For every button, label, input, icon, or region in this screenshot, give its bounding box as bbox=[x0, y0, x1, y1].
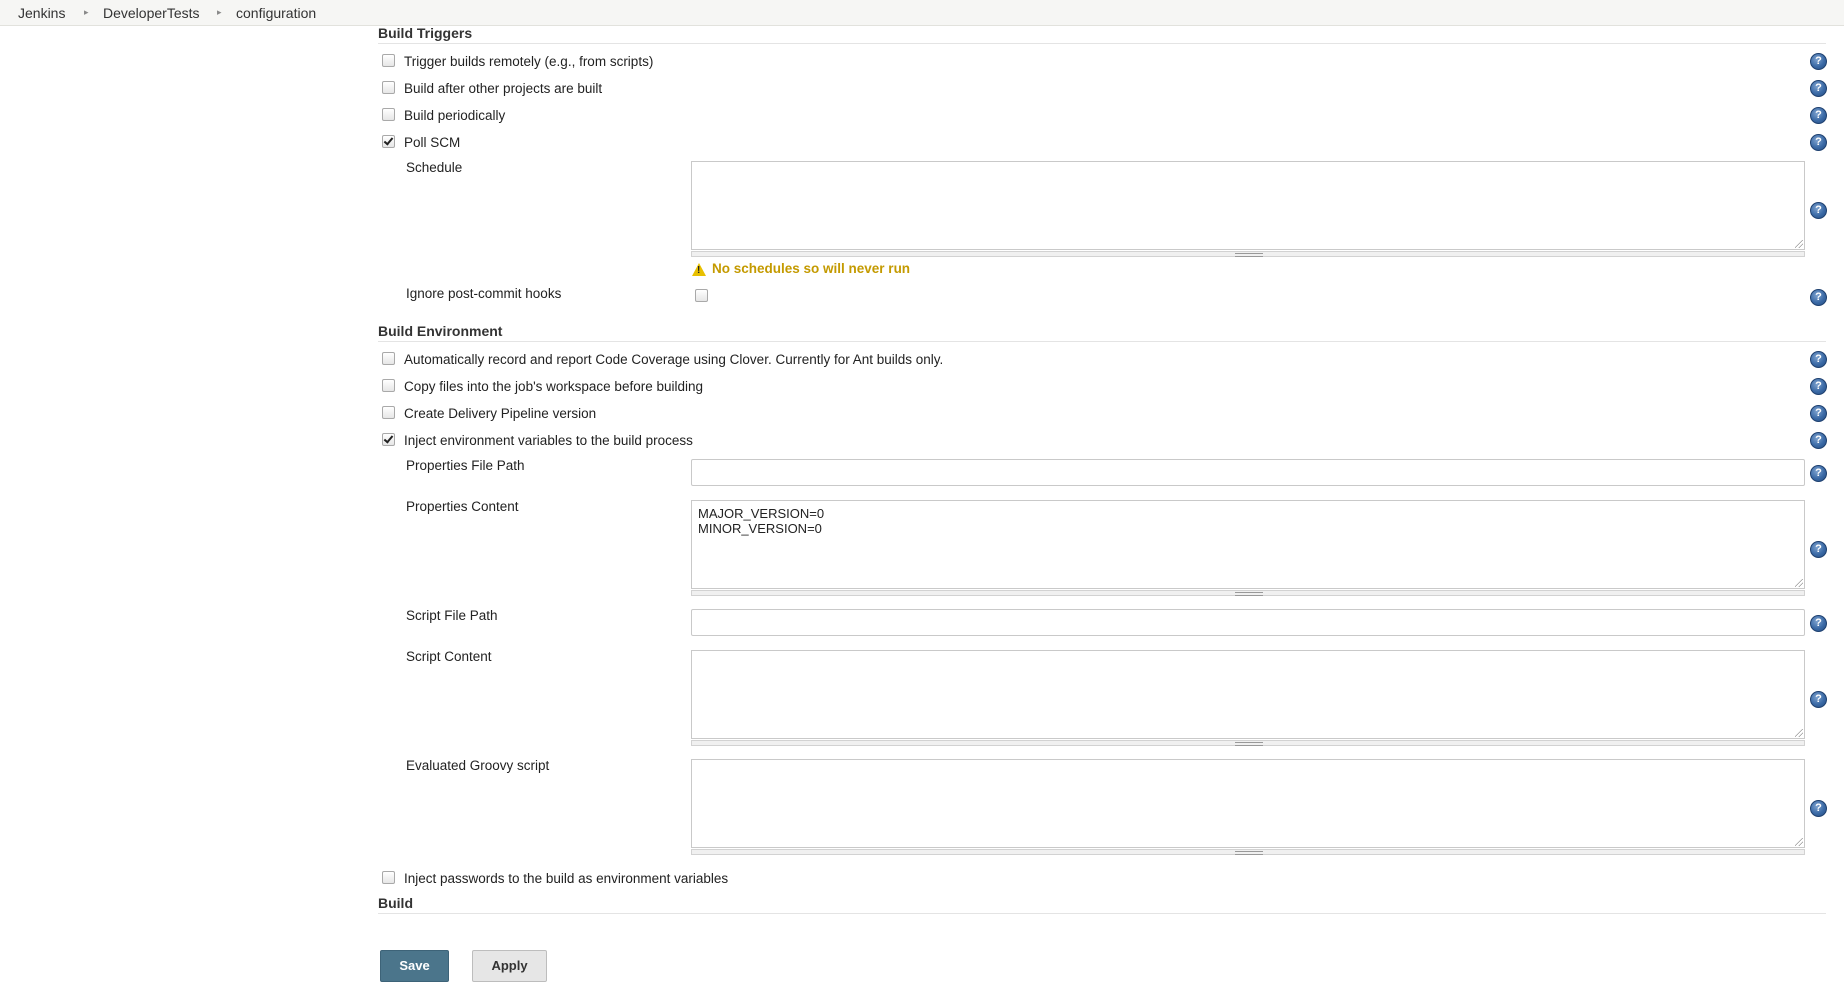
apply-button[interactable]: Apply bbox=[472, 950, 547, 982]
checkbox-build-periodically[interactable] bbox=[382, 108, 395, 121]
checkbox-poll-scm[interactable] bbox=[382, 135, 395, 148]
properties-file-path-input[interactable] bbox=[691, 459, 1805, 486]
help-icon[interactable]: ? bbox=[1810, 405, 1827, 422]
checkbox-clover-coverage[interactable] bbox=[382, 352, 395, 365]
properties-content-textarea[interactable]: MAJOR_VERSION=0 MINOR_VERSION=0 bbox=[691, 500, 1805, 589]
help-icon[interactable]: ? bbox=[1810, 53, 1827, 70]
label-properties-file-path: Properties File Path bbox=[406, 458, 525, 473]
label-trigger-remotely: Trigger builds remotely (e.g., from scri… bbox=[404, 54, 654, 69]
checkbox-build-after-other-projects[interactable] bbox=[382, 81, 395, 94]
checkbox-inject-env-vars[interactable] bbox=[382, 433, 395, 446]
help-icon[interactable]: ? bbox=[1810, 202, 1827, 219]
schedule-resize-handle[interactable] bbox=[691, 251, 1805, 257]
help-icon[interactable]: ? bbox=[1810, 800, 1827, 817]
breadcrumb-separator-icon: ▸ bbox=[84, 7, 89, 17]
checkbox-trigger-remotely[interactable] bbox=[382, 54, 395, 67]
label-clover-coverage: Automatically record and report Code Cov… bbox=[404, 352, 944, 367]
script-content-resize-handle[interactable] bbox=[691, 740, 1805, 746]
help-icon[interactable]: ? bbox=[1810, 432, 1827, 449]
checkbox-delivery-pipeline-version[interactable] bbox=[382, 406, 395, 419]
resize-grip-icon[interactable] bbox=[1795, 579, 1803, 587]
help-icon[interactable]: ? bbox=[1810, 107, 1827, 124]
label-copy-files-workspace: Copy files into the job's workspace befo… bbox=[404, 379, 703, 394]
label-inject-passwords: Inject passwords to the build as environ… bbox=[404, 871, 729, 886]
help-icon[interactable]: ? bbox=[1810, 134, 1827, 151]
checkbox-inject-passwords[interactable] bbox=[382, 871, 395, 884]
breadcrumb-separator-icon: ▸ bbox=[217, 7, 222, 17]
groovy-script-resize-handle[interactable] bbox=[691, 849, 1805, 855]
schedule-textarea[interactable] bbox=[691, 161, 1805, 250]
help-icon[interactable]: ? bbox=[1810, 541, 1827, 558]
resize-grip-icon[interactable] bbox=[1795, 240, 1803, 248]
section-title-build-environment: Build Environment bbox=[378, 323, 503, 339]
breadcrumb-jenkins[interactable]: Jenkins bbox=[18, 5, 65, 21]
help-icon[interactable]: ? bbox=[1810, 289, 1827, 306]
label-poll-scm: Poll SCM bbox=[404, 135, 461, 150]
label-delivery-pipeline-version: Create Delivery Pipeline version bbox=[404, 406, 597, 421]
section-title-build-triggers: Build Triggers bbox=[378, 25, 473, 41]
label-evaluated-groovy-script: Evaluated Groovy script bbox=[406, 758, 550, 773]
properties-content-resize-handle[interactable] bbox=[691, 590, 1805, 596]
label-script-file-path: Script File Path bbox=[406, 608, 498, 623]
checkbox-ignore-post-commit-hooks[interactable] bbox=[695, 289, 708, 302]
help-icon[interactable]: ? bbox=[1810, 615, 1827, 632]
checkbox-copy-files-workspace[interactable] bbox=[382, 379, 395, 392]
warning-icon: ! bbox=[692, 263, 706, 276]
help-icon[interactable]: ? bbox=[1810, 378, 1827, 395]
section-title-build: Build bbox=[378, 895, 413, 911]
script-content-textarea[interactable] bbox=[691, 650, 1805, 739]
resize-grip-icon[interactable] bbox=[1795, 838, 1803, 846]
label-properties-content: Properties Content bbox=[406, 499, 519, 514]
breadcrumb: Jenkins ▸ DeveloperTests ▸ configuration bbox=[0, 0, 1844, 26]
label-inject-env-vars: Inject environment variables to the buil… bbox=[404, 433, 693, 448]
label-build-periodically: Build periodically bbox=[404, 108, 506, 123]
section-divider bbox=[378, 43, 1826, 44]
label-script-content: Script Content bbox=[406, 649, 492, 664]
help-icon[interactable]: ? bbox=[1810, 351, 1827, 368]
section-divider bbox=[378, 341, 1826, 342]
section-divider bbox=[378, 913, 1826, 914]
schedule-warning: No schedules so will never run bbox=[712, 261, 911, 276]
save-button[interactable]: Save bbox=[380, 950, 449, 982]
breadcrumb-developertests[interactable]: DeveloperTests bbox=[103, 5, 200, 21]
groovy-script-textarea[interactable] bbox=[691, 759, 1805, 848]
label-ignore-post-commit-hooks: Ignore post-commit hooks bbox=[406, 286, 562, 301]
help-icon[interactable]: ? bbox=[1810, 691, 1827, 708]
label-schedule: Schedule bbox=[406, 160, 463, 175]
resize-grip-icon[interactable] bbox=[1795, 729, 1803, 737]
script-file-path-input[interactable] bbox=[691, 609, 1805, 636]
help-icon[interactable]: ? bbox=[1810, 465, 1827, 482]
breadcrumb-configuration[interactable]: configuration bbox=[236, 5, 316, 21]
label-build-after-other-projects: Build after other projects are built bbox=[404, 81, 603, 96]
help-icon[interactable]: ? bbox=[1810, 80, 1827, 97]
